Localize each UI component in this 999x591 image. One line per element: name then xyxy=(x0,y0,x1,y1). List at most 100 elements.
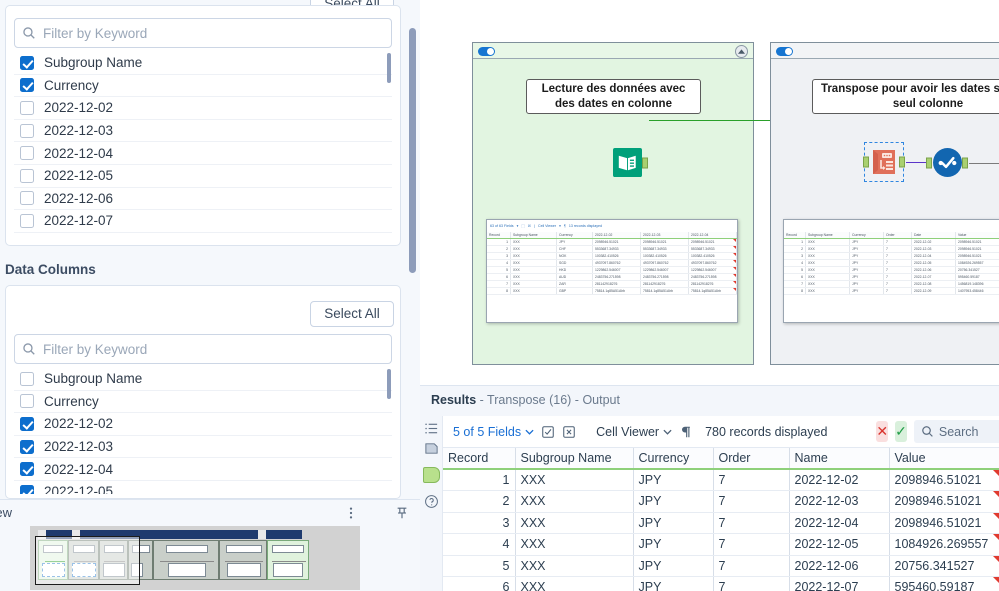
canvas-preview-toolbar-item[interactable]: 63 of 63 Fields xyxy=(490,224,514,228)
workflow-canvas[interactable]: Lecture des données avec des dates en co… xyxy=(420,0,999,385)
data-columns-checkbox-list[interactable]: Subgroup Name Currency 2022-12-02 2022-12-0… xyxy=(14,368,392,494)
pilcrow-icon[interactable] xyxy=(679,423,692,440)
data-columns-filter-input[interactable] xyxy=(43,341,391,357)
results-panel: Results - Transpose (16) - Output 5 of 5… xyxy=(420,385,999,591)
table-row[interactable]: 3 XXX JPY 7 2022-12-04 2098946.51021 xyxy=(443,512,999,534)
overview-minimap[interactable] xyxy=(30,526,360,590)
data-column-row[interactable]: Subgroup Name xyxy=(14,368,392,391)
container-read-comment[interactable]: Lecture des données avec des dates en co… xyxy=(526,79,701,114)
key-columns-filter-input[interactable] xyxy=(43,25,391,41)
cell-warning-flag xyxy=(992,534,998,540)
browse-node[interactable] xyxy=(926,148,968,177)
container-transpose-comment[interactable]: Transpose pour avoir les dates sur une s… xyxy=(812,79,999,114)
output-anchor-flag[interactable] xyxy=(423,467,440,483)
data-column-row[interactable]: 2022-12-02 xyxy=(14,413,392,436)
data-columns-filter[interactable] xyxy=(14,334,392,364)
key-column-row[interactable]: 2022-12-05 xyxy=(14,165,392,188)
key-column-row[interactable]: 2022-12-06 xyxy=(14,188,392,211)
key-column-checkbox[interactable] xyxy=(20,191,34,206)
data-column-checkbox[interactable] xyxy=(20,371,34,386)
key-column-checkbox[interactable] xyxy=(20,168,34,183)
config-panel-scroll-thumb[interactable] xyxy=(409,28,416,273)
canvas-preview-toolbar-item[interactable]: ⬚ xyxy=(521,224,524,228)
data-columns-list-scrollbar[interactable] xyxy=(387,369,391,399)
key-columns-list-scrollbar[interactable] xyxy=(387,53,391,83)
transpose-node[interactable] xyxy=(863,142,905,182)
canvas-preview-toolbar-item[interactable]: Cell Viewer xyxy=(538,224,556,228)
help-icon[interactable] xyxy=(423,493,440,510)
pin-icon[interactable] xyxy=(393,504,410,521)
key-column-row[interactable]: Subgroup Name xyxy=(14,52,392,75)
key-column-checkbox[interactable] xyxy=(20,78,34,93)
container-read-collapse-button[interactable] xyxy=(735,45,748,58)
canvas-preview-row: 6 XXX JPY 7 2022-12-07 595460.59187 xyxy=(784,274,999,281)
results-column-header[interactable]: Record xyxy=(443,448,516,470)
results-column-header[interactable]: Currency xyxy=(633,448,714,470)
results-column-header[interactable]: Subgroup Name xyxy=(515,448,634,470)
wire-browse-out[interactable] xyxy=(969,162,999,165)
canvas-preview-left-toolbar[interactable]: 63 of 63 Fields ▾ ⬚ ☒ | Cell Viewer ▾ ¶ 13 recor… xyxy=(487,220,737,231)
key-column-row[interactable]: Currency xyxy=(14,75,392,98)
container-transpose-toggle[interactable] xyxy=(776,47,793,56)
data-column-checkbox[interactable] xyxy=(20,484,34,494)
key-column-checkbox[interactable] xyxy=(20,123,34,138)
key-column-row[interactable]: 2022-12-07 xyxy=(14,210,392,233)
reject-records-button[interactable]: ✕ xyxy=(876,421,889,442)
canvas-preview-cell: 7 xyxy=(884,246,912,252)
kebab-menu-icon[interactable] xyxy=(342,504,359,521)
results-table-container[interactable]: Record Subgroup Name Currency Order Name Valu… xyxy=(443,448,999,591)
browse-output-port[interactable] xyxy=(962,157,968,168)
overview-viewport-rect[interactable] xyxy=(35,536,140,585)
key-column-checkbox[interactable] xyxy=(20,213,34,228)
data-column-checkbox[interactable] xyxy=(20,462,34,477)
data-column-checkbox[interactable] xyxy=(20,439,34,454)
canvas-preview-toolbar-item[interactable]: | xyxy=(534,224,535,228)
input-node-output-port[interactable] xyxy=(642,157,648,168)
canvas-preview-header-row: Record Subgroup Name Currency 2022-12-02 202… xyxy=(487,232,737,239)
canvas-preview-toolbar-item[interactable]: 13 records displayed xyxy=(569,224,602,228)
fields-selector[interactable]: 5 of 5 Fields xyxy=(453,425,534,439)
data-column-row[interactable]: 2022-12-03 xyxy=(14,436,392,459)
canvas-preview-right[interactable]: Record Subgroup Name Currency Order Date Valu… xyxy=(783,219,999,323)
input-data-node[interactable] xyxy=(613,148,648,177)
table-row[interactable]: 5 XXX JPY 7 2022-12-06 20756.341527 xyxy=(443,555,999,577)
key-columns-filter[interactable] xyxy=(14,18,392,48)
canvas-preview-left[interactable]: 63 of 63 Fields ▾ ⬚ ☒ | Cell Viewer ▾ ¶ 13 recor… xyxy=(486,219,738,323)
key-column-row[interactable]: 2022-12-02 xyxy=(14,97,392,120)
key-column-row[interactable]: 2022-12-03 xyxy=(14,120,392,143)
key-column-row[interactable]: 2022-12-04 xyxy=(14,142,392,165)
data-column-checkbox[interactable] xyxy=(20,416,34,431)
container-read-toggle[interactable] xyxy=(478,47,495,56)
key-column-checkbox[interactable] xyxy=(20,146,34,161)
canvas-preview-toolbar-item[interactable]: ☒ xyxy=(528,224,531,228)
results-column-header[interactable]: Name xyxy=(789,448,890,470)
transpose-input-port[interactable] xyxy=(863,156,869,168)
canvas-preview-toolbar-item[interactable]: ▾ xyxy=(559,224,561,228)
table-row[interactable]: 6 XXX JPY 7 2022-12-07 595460.59187 xyxy=(443,576,999,591)
data-columns-select-all-button[interactable]: Select All xyxy=(310,301,394,327)
data-column-checkbox[interactable] xyxy=(20,394,34,409)
data-column-row[interactable]: 2022-12-04 xyxy=(14,458,392,481)
data-column-row[interactable]: Currency xyxy=(14,391,392,414)
key-column-checkbox[interactable] xyxy=(20,100,34,115)
results-column-header[interactable]: Value xyxy=(889,448,999,470)
checkbox-list-icon[interactable] xyxy=(541,423,555,440)
table-row[interactable]: 1 XXX JPY 7 2022-12-02 2098946.51021 xyxy=(443,469,999,491)
table-row[interactable]: 4 XXX JPY 7 2022-12-05 1084926.269557 xyxy=(443,533,999,556)
cell-viewer-selector[interactable]: Cell Viewer xyxy=(596,425,672,439)
metadata-icon[interactable] xyxy=(423,440,440,457)
canvas-preview-toolbar-item[interactable]: ¶ xyxy=(564,224,566,228)
clear-selection-icon[interactable] xyxy=(562,423,576,440)
results-column-header[interactable]: Order xyxy=(713,448,790,470)
canvas-preview-cell: 5533687.34933 xyxy=(641,246,689,252)
accept-records-button[interactable]: ✓ xyxy=(895,421,907,442)
key-columns-checkbox-list[interactable]: Subgroup Name Currency 2022-12-02 2022-12-0… xyxy=(14,52,392,236)
browse-input-port[interactable] xyxy=(926,157,932,168)
canvas-preview-toolbar-item[interactable]: ▾ xyxy=(517,224,519,228)
field-list-icon[interactable] xyxy=(423,420,440,437)
transpose-output-port[interactable] xyxy=(899,156,905,168)
key-column-checkbox[interactable] xyxy=(20,55,34,70)
results-search-box[interactable]: Search xyxy=(913,420,999,443)
data-column-row[interactable]: 2022-12-05 xyxy=(14,481,392,494)
table-row[interactable]: 2 XXX JPY 7 2022-12-03 2098946.51021 xyxy=(443,490,999,513)
